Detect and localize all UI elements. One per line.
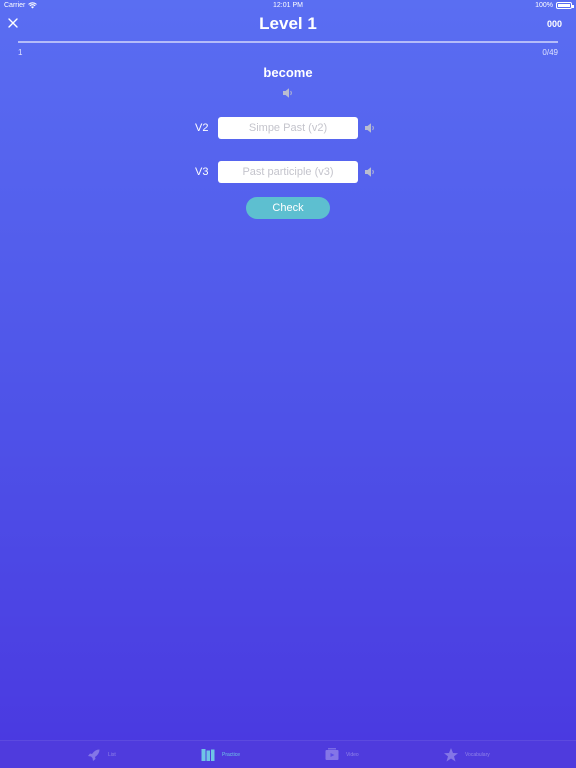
- speaker-icon[interactable]: [282, 87, 294, 99]
- tab-practice[interactable]: Practice: [200, 741, 240, 768]
- tab-vocabulary[interactable]: Vocabulary: [443, 741, 490, 768]
- progress-start: 1: [18, 48, 23, 57]
- v3-label: V3: [195, 166, 209, 178]
- tab-practice-label: Practice: [222, 752, 241, 758]
- tab-video[interactable]: Video: [324, 741, 359, 768]
- tab-list-label: List: [108, 752, 116, 758]
- rocket-icon: [88, 749, 100, 761]
- v3-input[interactable]: [218, 161, 358, 183]
- video-icon: [325, 748, 339, 760]
- progress-count: 0/49: [542, 48, 558, 57]
- page-title: Level 1: [259, 14, 317, 33]
- battery-group: 100%: [535, 2, 574, 9]
- quiz-word: become: [263, 65, 313, 80]
- v2-input[interactable]: [218, 117, 358, 139]
- battery-icon: [556, 2, 574, 9]
- tab-vocabulary-label: Vocabulary: [465, 752, 490, 758]
- tab-video-label: Video: [346, 752, 359, 758]
- star-icon: [444, 748, 458, 762]
- tab-bar: List Practice Video Vocabulary: [0, 740, 576, 768]
- status-time: 12:01 PM: [273, 2, 303, 9]
- v3-speaker-icon[interactable]: [364, 166, 376, 178]
- tab-list[interactable]: List: [86, 741, 116, 768]
- check-button[interactable]: Check: [246, 197, 330, 219]
- books-icon: [201, 749, 215, 761]
- status-bar: Carrier 12:01 PM 100%: [0, 0, 576, 12]
- battery-percent: 100%: [535, 2, 553, 9]
- v2-label: V2: [195, 122, 209, 134]
- score-counter: 000: [546, 19, 562, 29]
- v2-speaker-icon[interactable]: [364, 122, 376, 134]
- progress-bar: [18, 41, 558, 43]
